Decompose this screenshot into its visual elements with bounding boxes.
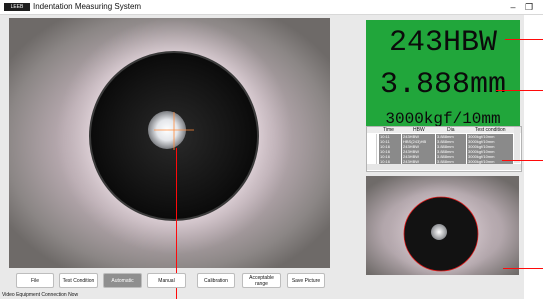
leader-line-diameter: [496, 90, 543, 91]
column-header-hbw[interactable]: HBW: [413, 127, 425, 133]
leader-line-table: [502, 160, 543, 161]
hardness-value: 243HBW: [388, 26, 498, 60]
table-header: Time HBW Dia Test condition: [367, 127, 521, 133]
indentation-live-view[interactable]: [9, 18, 330, 268]
leader-line-thumbnail: [503, 268, 543, 269]
column-header-dia[interactable]: Dia: [447, 127, 455, 133]
acceptable-range-button[interactable]: Acceptable range: [242, 273, 281, 288]
title-bar: LEEB Indentation Measuring System – ❐: [0, 0, 543, 15]
measurement-readout: 243HBW 3.888mm 3000kgf/10mm: [366, 20, 520, 138]
calibration-button[interactable]: Calibration: [197, 273, 235, 288]
file-button[interactable]: File: [16, 273, 54, 288]
table-vertical-scrollbar[interactable]: [514, 127, 520, 163]
leader-line-hardness: [505, 39, 543, 40]
acceptable-range-label-line2: range: [255, 280, 268, 287]
indentation-thumbnail[interactable]: [366, 176, 519, 275]
status-bar-text: Video Equipment Connection Now: [2, 292, 79, 298]
results-table[interactable]: Time HBW Dia Test condition 10:11 243HBW…: [366, 126, 522, 172]
app-logo: LEEB: [4, 3, 30, 11]
table-horizontal-scrollbar[interactable]: [367, 164, 521, 170]
diameter-value: 3.888mm: [379, 68, 507, 102]
window-title: Indentation Measuring System: [33, 2, 142, 11]
thumbnail-center: [431, 224, 447, 240]
column-header-time[interactable]: Time: [383, 127, 394, 133]
minimize-button[interactable]: –: [507, 1, 519, 13]
automatic-button[interactable]: Automatic: [103, 273, 142, 288]
test-condition-button[interactable]: Test Condition: [59, 273, 98, 288]
save-picture-button[interactable]: Save Picture: [287, 273, 325, 288]
maximize-button[interactable]: ❐: [523, 1, 535, 13]
column-header-test-condition[interactable]: Test condition: [475, 127, 506, 133]
manual-button[interactable]: Manual: [147, 273, 186, 288]
